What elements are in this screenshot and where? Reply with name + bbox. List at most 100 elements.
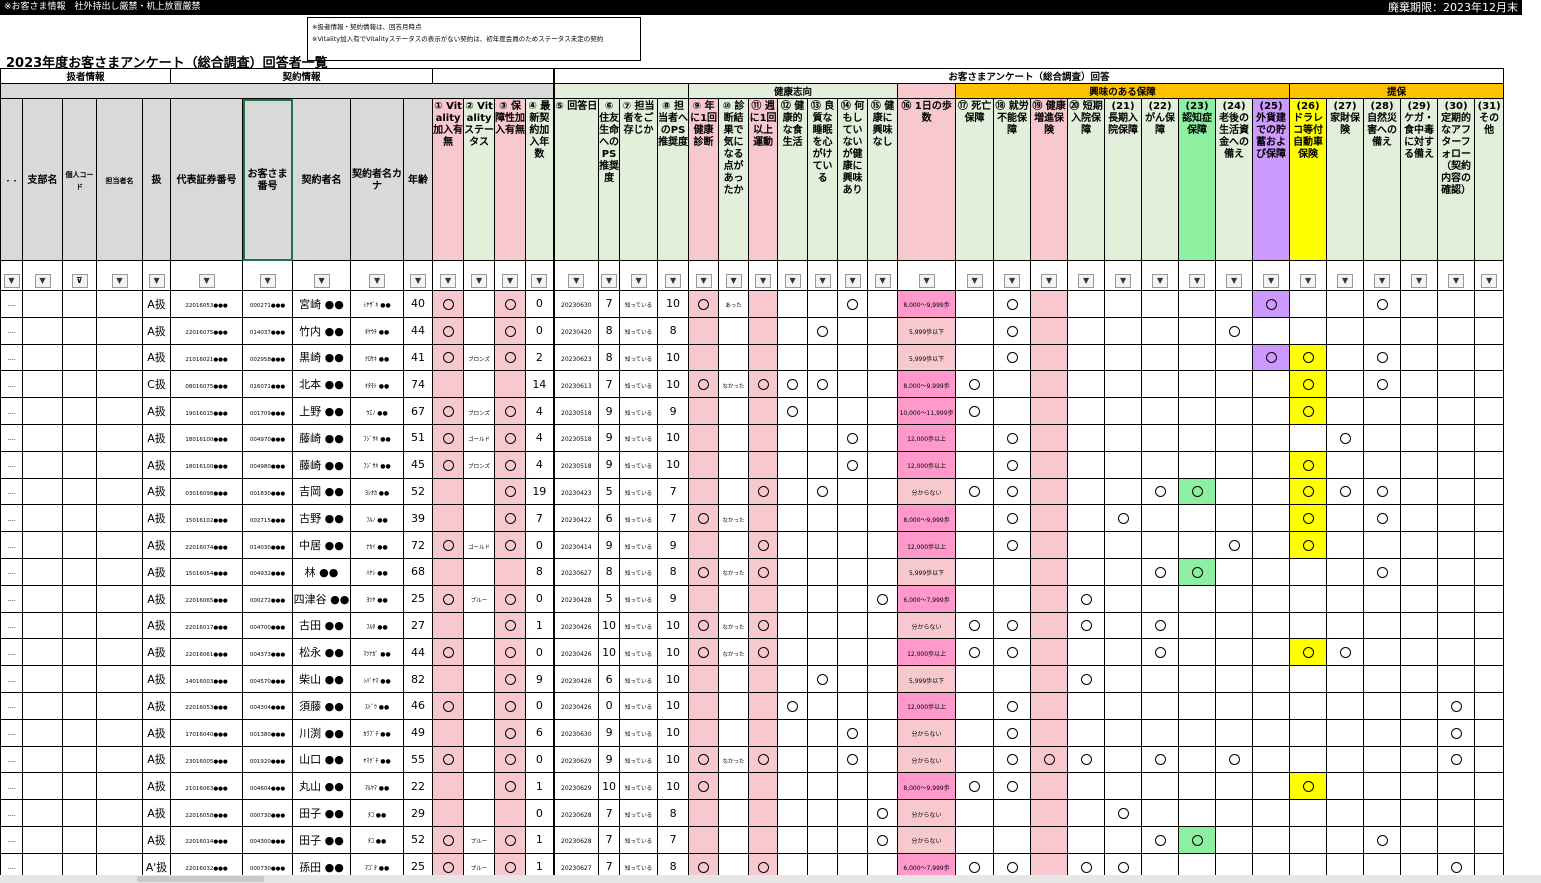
cell-contractor-kana[interactable]: ｷﾀﾓﾄ ●●: [350, 370, 405, 399]
cell-rank[interactable]: A扱: [141, 745, 172, 774]
cell-age[interactable]: 72: [403, 531, 434, 559]
cell-q14[interactable]: [837, 290, 869, 318]
cell-branch[interactable]: [22, 772, 63, 801]
cell-q10[interactable]: [718, 691, 750, 720]
cell-q20[interactable]: [1067, 316, 1106, 345]
cell-age[interactable]: 68: [403, 557, 434, 586]
cell-q6[interactable]: 7: [598, 370, 621, 399]
cell-q3[interactable]: [494, 611, 527, 640]
cell-q31[interactable]: [1474, 799, 1505, 827]
cell-q19[interactable]: [1030, 825, 1069, 854]
cell-q7[interactable]: 知っている: [619, 718, 659, 747]
cell-q12[interactable]: [777, 504, 809, 533]
cell-q22[interactable]: [1141, 665, 1180, 693]
cell-q20[interactable]: [1067, 611, 1106, 640]
cell-q27[interactable]: [1326, 290, 1365, 318]
cell-q29[interactable]: [1400, 316, 1439, 345]
cell-q30[interactable]: [1437, 423, 1476, 452]
cell-q7[interactable]: 知っている: [619, 799, 659, 827]
header-q21[interactable]: (21) 長期入院保障: [1104, 98, 1143, 261]
cell-q3[interactable]: [494, 691, 527, 720]
cell-c0[interactable]: ----: [0, 745, 23, 774]
cell-q9[interactable]: [688, 799, 720, 827]
cell-q28[interactable]: [1363, 397, 1402, 425]
cell-q15[interactable]: [867, 290, 899, 318]
cell-q3[interactable]: [494, 370, 527, 399]
cell-age[interactable]: 29: [403, 799, 434, 827]
cell-q19[interactable]: [1030, 611, 1069, 640]
cell-q23[interactable]: [1178, 799, 1217, 827]
cell-q28[interactable]: [1363, 290, 1402, 318]
cell-q12[interactable]: [777, 638, 809, 667]
cell-q1[interactable]: [432, 290, 465, 318]
cell-customer-no[interactable]: 004300●●●: [242, 825, 294, 854]
cell-q31[interactable]: [1474, 584, 1505, 613]
cell-q25[interactable]: [1252, 665, 1291, 693]
cell-q22[interactable]: [1141, 370, 1180, 399]
cell-q20[interactable]: [1067, 772, 1106, 801]
cell-q14[interactable]: [837, 638, 869, 667]
cell-c0[interactable]: ----: [0, 450, 23, 479]
cell-q15[interactable]: [867, 638, 899, 667]
note-textbox[interactable]: ※扱者情報・契約情報は、回答月時点 ※Vitality加入有でVitalityス…: [307, 17, 641, 61]
cell-customer-no[interactable]: 004700●●●: [242, 611, 294, 640]
cell-contractor[interactable]: 川渕 ●●: [292, 718, 352, 747]
cell-q24[interactable]: [1215, 450, 1254, 479]
cell-q14[interactable]: [837, 504, 869, 533]
cell-q21[interactable]: [1104, 557, 1143, 586]
cell-rank[interactable]: A扱: [141, 584, 172, 613]
header-q27[interactable]: (27) 家財保険: [1326, 98, 1365, 261]
cell-q6[interactable]: 6: [598, 504, 621, 533]
cell-policy-no[interactable]: 22016017●●●: [170, 611, 244, 640]
cell-branch[interactable]: [22, 397, 63, 425]
cell-branch[interactable]: [22, 638, 63, 667]
cell-q29[interactable]: [1400, 423, 1439, 452]
cell-q2[interactable]: ブロンズ: [463, 397, 496, 425]
cell-personal-code[interactable]: [62, 665, 97, 693]
cell-q25[interactable]: [1252, 799, 1291, 827]
cell-q12[interactable]: [777, 477, 809, 506]
cell-q14[interactable]: [837, 477, 869, 506]
cell-q27[interactable]: [1326, 611, 1365, 640]
cell-rank[interactable]: C扱: [141, 370, 172, 399]
cell-branch[interactable]: [22, 745, 63, 774]
cell-q13[interactable]: [807, 638, 839, 667]
cell-q4[interactable]: 7: [525, 504, 555, 533]
cell-rank[interactable]: A扱: [141, 611, 172, 640]
cell-q31[interactable]: [1474, 397, 1505, 425]
cell-q31[interactable]: [1474, 370, 1505, 399]
cell-q21[interactable]: [1104, 718, 1143, 747]
cell-q10[interactable]: [718, 397, 750, 425]
cell-q8[interactable]: 8: [657, 799, 690, 827]
cell-q29[interactable]: [1400, 745, 1439, 774]
cell-q31[interactable]: [1474, 477, 1505, 506]
filter-dropdown-button[interactable]: ▼: [148, 274, 165, 288]
cell-q21[interactable]: [1104, 370, 1143, 399]
cell-q31[interactable]: [1474, 316, 1505, 345]
cell-q19[interactable]: [1030, 504, 1069, 533]
cell-q25[interactable]: [1252, 477, 1291, 506]
cell-policy-no[interactable]: 22016075●●●: [170, 316, 244, 345]
cell-q22[interactable]: [1141, 316, 1180, 345]
cell-q24[interactable]: [1215, 290, 1254, 318]
cell-contractor-kana[interactable]: ﾖﾂﾔ ●●: [350, 584, 405, 613]
cell-contractor[interactable]: 中居 ●●: [292, 531, 352, 559]
cell-q21[interactable]: [1104, 316, 1143, 345]
header-q10[interactable]: ⑩ 診断結果で気になる点があったか: [718, 98, 750, 261]
cell-q1[interactable]: [432, 584, 465, 613]
cell-q3[interactable]: [494, 745, 527, 774]
cell-policy-no[interactable]: 22016061●●●: [170, 638, 244, 667]
cell-c0[interactable]: ----: [0, 825, 23, 854]
cell-q30[interactable]: [1437, 665, 1476, 693]
cell-contractor-kana[interactable]: ﾀｹｳﾁ ●●: [350, 316, 405, 345]
cell-contractor-kana[interactable]: ｼﾊﾞﾔﾏ ●●: [350, 665, 405, 693]
cell-c0[interactable]: ----: [0, 584, 23, 613]
cell-q8[interactable]: 7: [657, 504, 690, 533]
cell-q20[interactable]: [1067, 531, 1106, 559]
cell-q11[interactable]: [748, 772, 779, 801]
cell-q5[interactable]: 20230623: [552, 343, 600, 372]
cell-q25[interactable]: [1252, 718, 1291, 747]
cell-q31[interactable]: [1474, 638, 1505, 667]
cell-q12[interactable]: [777, 450, 809, 479]
cell-q18[interactable]: [993, 557, 1032, 586]
